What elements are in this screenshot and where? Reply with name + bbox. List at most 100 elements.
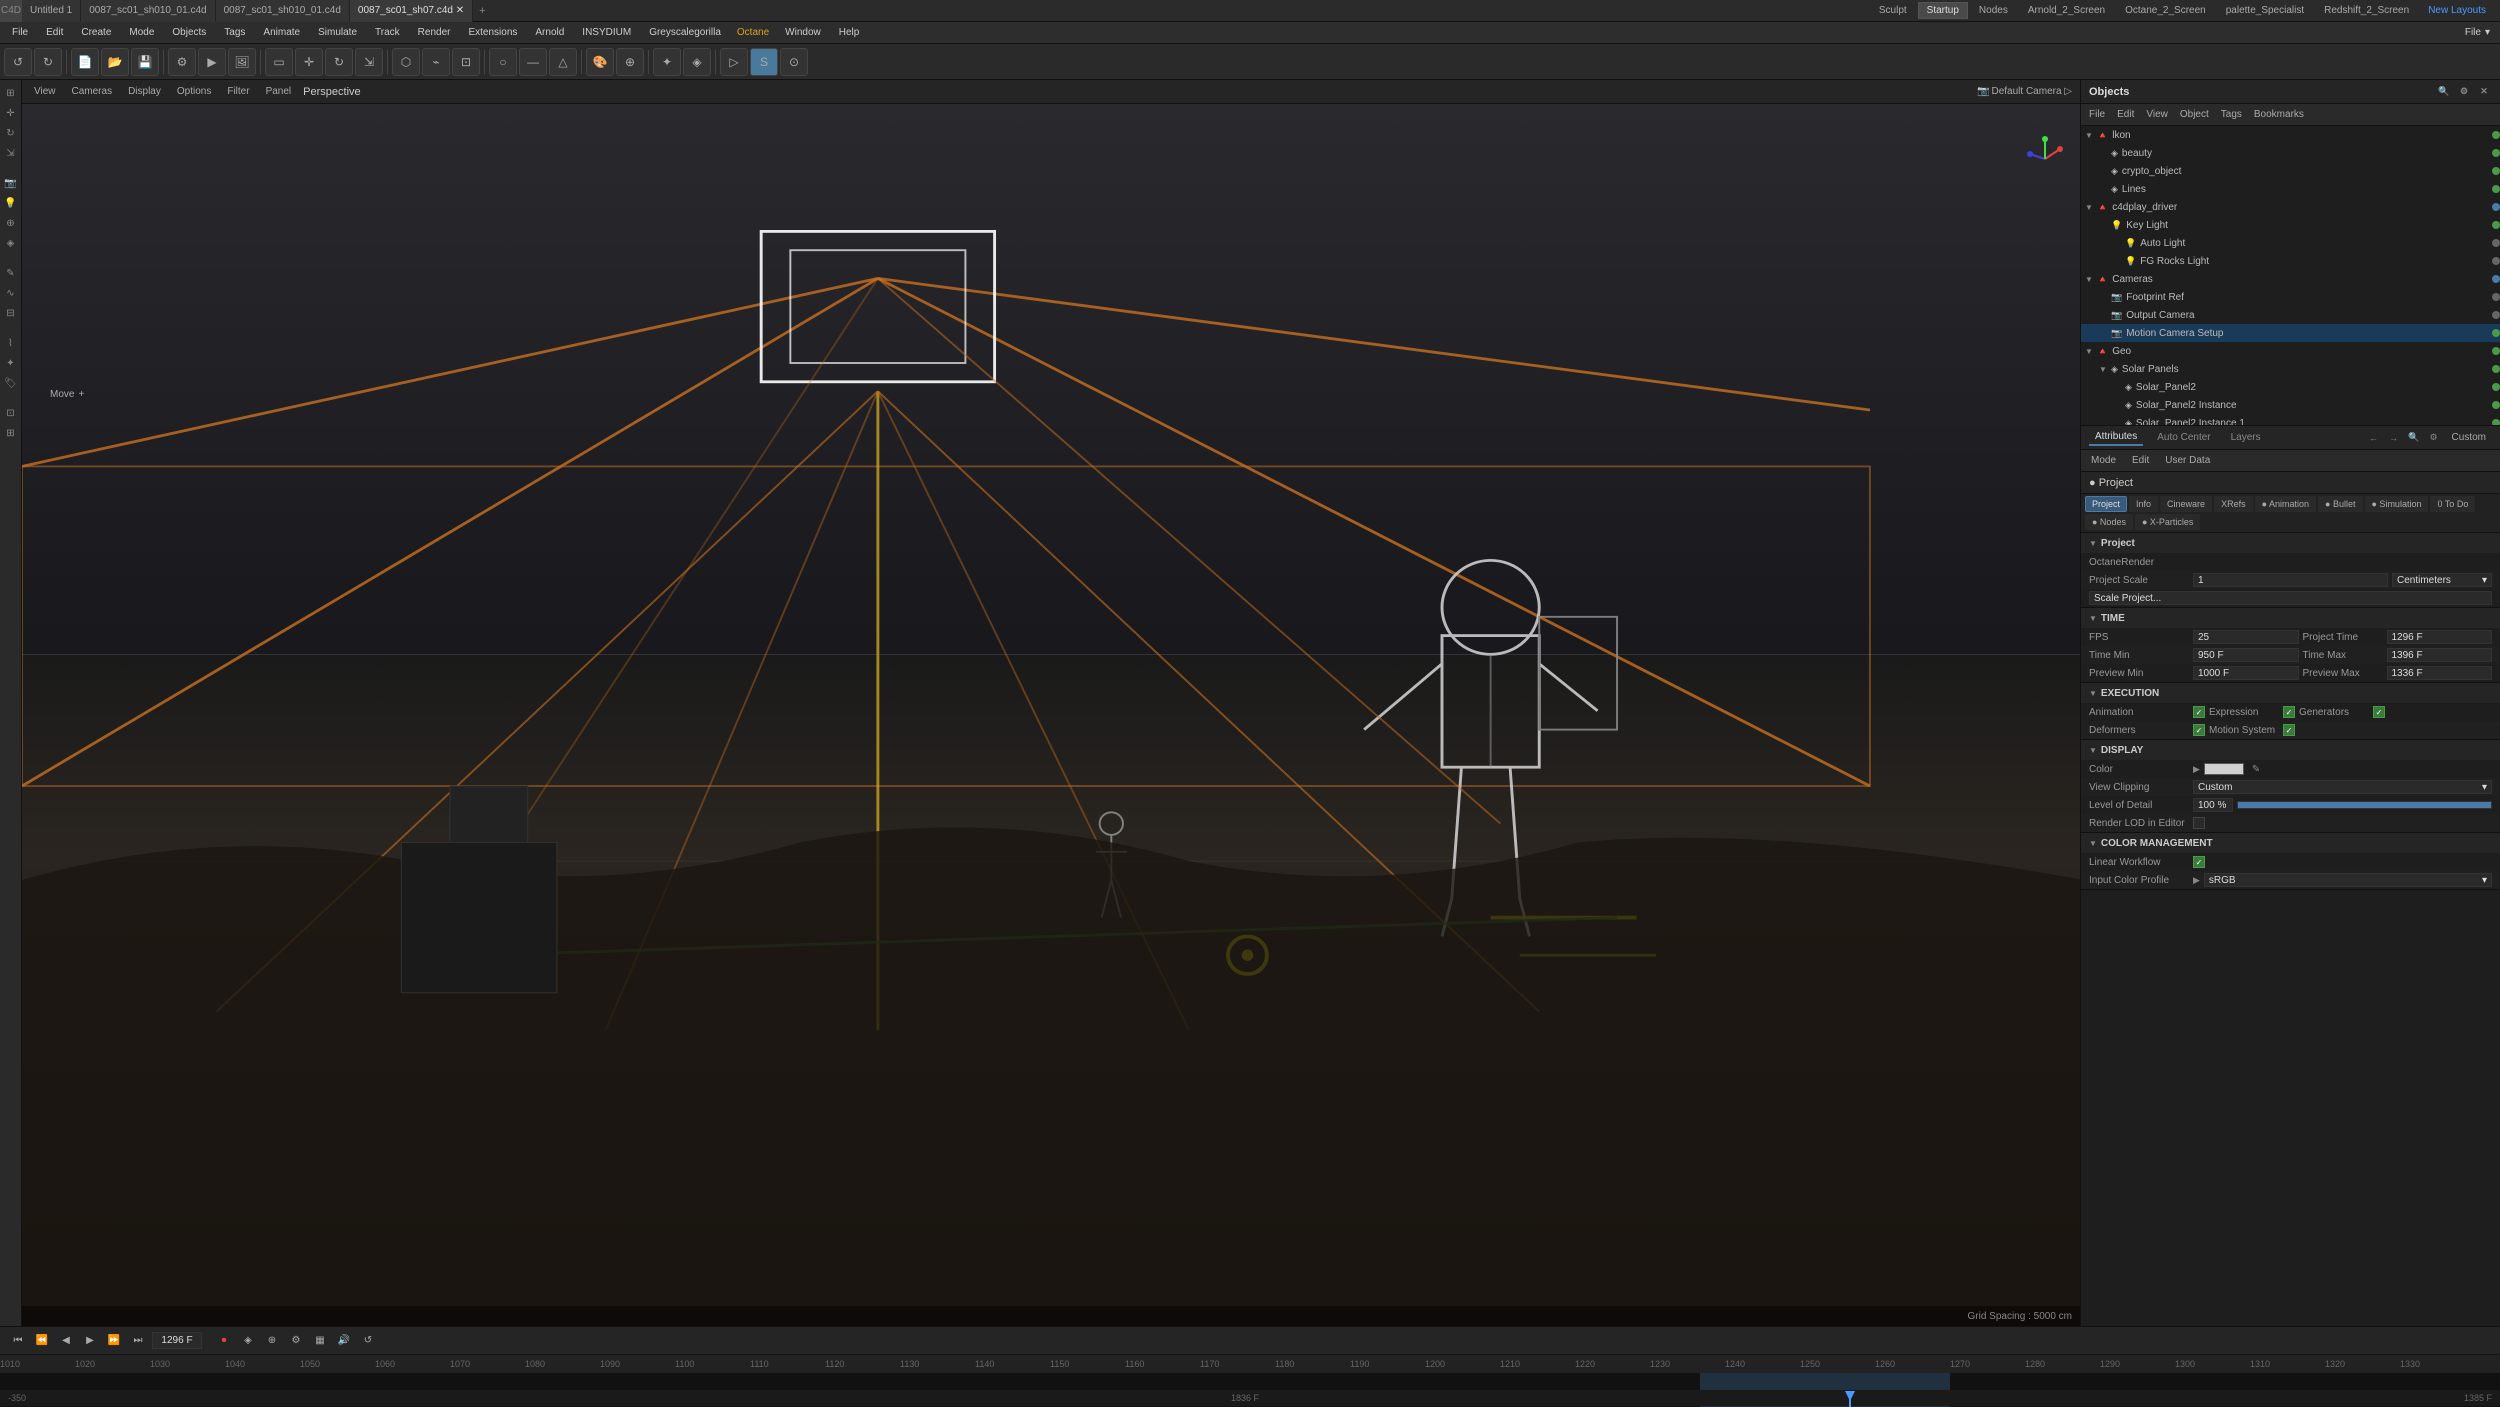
obj-toolbar-object[interactable]: Object bbox=[2176, 107, 2213, 122]
motion-clip-btn[interactable]: ▦ bbox=[310, 1331, 330, 1351]
sidebar-rotate[interactable]: ↻ bbox=[2, 124, 20, 142]
input-color-dropdown[interactable]: sRGB▾ bbox=[2204, 873, 2492, 887]
menu-simulate[interactable]: Simulate bbox=[310, 25, 365, 40]
menu-greyscalegorilla[interactable]: Greyscalegorilla bbox=[641, 25, 729, 40]
viewport-view-btn[interactable]: View bbox=[30, 84, 60, 99]
obj-toolbar-tags[interactable]: Tags bbox=[2217, 107, 2246, 122]
menu-octane[interactable]: Octane bbox=[731, 25, 775, 40]
sidebar-extrude[interactable]: ⊟ bbox=[2, 304, 20, 322]
render-settings-button[interactable]: ⚙ bbox=[168, 48, 196, 76]
layout-sculpt[interactable]: Sculpt bbox=[1870, 2, 1916, 19]
snap-btn[interactable]: ▷ bbox=[720, 48, 748, 76]
save-button[interactable]: 💾 bbox=[131, 48, 159, 76]
project-tab-0[interactable]: Project bbox=[2085, 496, 2127, 512]
animation-checkbox[interactable]: ✓ bbox=[2193, 706, 2205, 718]
key-point-btn[interactable]: ◈ bbox=[238, 1331, 258, 1351]
goto-start-button[interactable]: ⏮ bbox=[8, 1331, 28, 1351]
tree-item-4[interactable]: ▼🔺c4dplay_driver bbox=[2081, 198, 2500, 216]
tree-item-15[interactable]: ◈Solar_Panel2 Instance bbox=[2081, 396, 2500, 414]
project-scale-value[interactable]: 1 bbox=[2193, 573, 2388, 587]
attr-mode-edit[interactable]: Edit bbox=[2126, 453, 2155, 468]
record-button[interactable]: ⏺ bbox=[214, 1331, 234, 1351]
viewport-options-btn[interactable]: Options bbox=[173, 84, 215, 99]
menu-mode[interactable]: Mode bbox=[121, 25, 162, 40]
axis-lock[interactable]: ⊕ bbox=[616, 48, 644, 76]
attr-search[interactable]: 🔍 bbox=[2406, 430, 2422, 446]
color-pencil-icon[interactable]: ✎ bbox=[2252, 764, 2260, 775]
project-tab-2[interactable]: Cineware bbox=[2160, 496, 2212, 512]
layout-nodes[interactable]: Nodes bbox=[1970, 2, 2017, 19]
tree-arrow-13[interactable]: ▼ bbox=[2099, 365, 2109, 374]
attr-mode-mode[interactable]: Mode bbox=[2085, 453, 2122, 468]
sidebar-cube[interactable]: ◈ bbox=[2, 234, 20, 252]
timeline-playhead[interactable] bbox=[1849, 1391, 1851, 1407]
timeline-options-btn[interactable]: ⚙ bbox=[286, 1331, 306, 1351]
lod-slider[interactable] bbox=[2237, 801, 2492, 809]
knife-tool[interactable]: ⌁ bbox=[422, 48, 450, 76]
redo-button[interactable]: ↻ bbox=[34, 48, 62, 76]
tree-item-10[interactable]: 📷Output Camera bbox=[2081, 306, 2500, 324]
add-tab-button[interactable]: + bbox=[473, 5, 491, 17]
obj-toolbar-file[interactable]: File bbox=[2085, 107, 2109, 122]
project-tab-4[interactable]: ● Animation bbox=[2255, 496, 2316, 512]
objects-close-btn[interactable]: ✕ bbox=[2476, 84, 2492, 100]
rotate-tool[interactable]: ↻ bbox=[325, 48, 353, 76]
tree-item-1[interactable]: ◈beauty bbox=[2081, 144, 2500, 162]
tree-item-6[interactable]: 💡Auto Light bbox=[2081, 234, 2500, 252]
layout-octane[interactable]: Octane_2_Screen bbox=[2116, 2, 2215, 19]
attr-section-time-header[interactable]: ▼ TIME bbox=[2081, 608, 2500, 628]
tree-item-14[interactable]: ◈Solar_Panel2 bbox=[2081, 378, 2500, 396]
live-selection[interactable]: ⊙ bbox=[780, 48, 808, 76]
select-dropdown[interactable]: File ▾ bbox=[2459, 27, 2496, 38]
layout-redshift[interactable]: Redshift_2_Screen bbox=[2315, 2, 2418, 19]
sidebar-deformer[interactable]: ⌇ bbox=[2, 334, 20, 352]
viewport-display-btn[interactable]: Display bbox=[124, 84, 165, 99]
attr-section-execution-header[interactable]: ▼ EXECUTION bbox=[2081, 683, 2500, 703]
project-tab-3[interactable]: XRefs bbox=[2214, 496, 2253, 512]
obj-toolbar-bookmarks[interactable]: Bookmarks bbox=[2250, 107, 2308, 122]
project-time-value[interactable]: 1296 F bbox=[2387, 630, 2493, 644]
tab-file3[interactable]: 0087_sc01_sh07.c4d ✕ bbox=[350, 0, 473, 22]
menu-tags[interactable]: Tags bbox=[216, 25, 253, 40]
sidebar-move[interactable]: ✛ bbox=[2, 104, 20, 122]
attr-nav-forward[interactable]: → bbox=[2386, 430, 2402, 446]
centimeters-dropdown[interactable]: Centimeters▾ bbox=[2392, 573, 2492, 587]
scale-project-btn[interactable]: Scale Project... bbox=[2089, 591, 2492, 605]
new-scene-button[interactable]: 📄 bbox=[71, 48, 99, 76]
loop-btn[interactable]: ↺ bbox=[358, 1331, 378, 1351]
mograph[interactable]: ◈ bbox=[683, 48, 711, 76]
move-tool[interactable]: ✛ bbox=[295, 48, 323, 76]
audio-btn[interactable]: 🔊 bbox=[334, 1331, 354, 1351]
layout-palette[interactable]: palette_Specialist bbox=[2217, 2, 2313, 19]
menu-objects[interactable]: Objects bbox=[164, 25, 214, 40]
sidebar-light[interactable]: 💡 bbox=[2, 194, 20, 212]
attr-tab-autocenter[interactable]: Auto Center bbox=[2151, 430, 2216, 445]
menu-edit[interactable]: Edit bbox=[38, 25, 71, 40]
tree-arrow-4[interactable]: ▼ bbox=[2085, 203, 2095, 212]
menu-create[interactable]: Create bbox=[73, 25, 119, 40]
sidebar-tag[interactable]: 🏷 bbox=[2, 374, 20, 392]
time-min-value[interactable]: 950 F bbox=[2193, 648, 2299, 662]
undo-button[interactable]: ↺ bbox=[4, 48, 32, 76]
selection-tool[interactable]: ▭ bbox=[265, 48, 293, 76]
tree-item-11[interactable]: 📷Motion Camera Setup bbox=[2081, 324, 2500, 342]
tab-file1[interactable]: 0087_sc01_sh010_01.c4d bbox=[81, 0, 215, 22]
deformers-checkbox[interactable]: ✓ bbox=[2193, 724, 2205, 736]
objects-settings-btn[interactable]: ⚙ bbox=[2456, 84, 2472, 100]
objects-search-btn[interactable]: 🔍 bbox=[2436, 84, 2452, 100]
new-layouts-button[interactable]: New Layouts bbox=[2422, 3, 2492, 18]
motion-system-checkbox[interactable]: ✓ bbox=[2283, 724, 2295, 736]
goto-end-button[interactable]: ⏭ bbox=[128, 1331, 148, 1351]
sidebar-joint[interactable]: ⊞ bbox=[2, 424, 20, 442]
tree-item-0[interactable]: ▼🔺lkon bbox=[2081, 126, 2500, 144]
menu-window[interactable]: Window bbox=[777, 25, 829, 40]
layout-startup[interactable]: Startup bbox=[1918, 2, 1968, 19]
tree-arrow-0[interactable]: ▼ bbox=[2085, 131, 2095, 140]
sidebar-camera[interactable]: 📷 bbox=[2, 174, 20, 192]
menu-insydium[interactable]: INSYDIUM bbox=[574, 25, 639, 40]
layer-color[interactable]: 🎨 bbox=[586, 48, 614, 76]
render-lod-checkbox[interactable] bbox=[2193, 817, 2205, 829]
object-mode[interactable]: ○ bbox=[489, 48, 517, 76]
key-tangent-btn[interactable]: ⊕ bbox=[262, 1331, 282, 1351]
polygon-mode[interactable]: △ bbox=[549, 48, 577, 76]
